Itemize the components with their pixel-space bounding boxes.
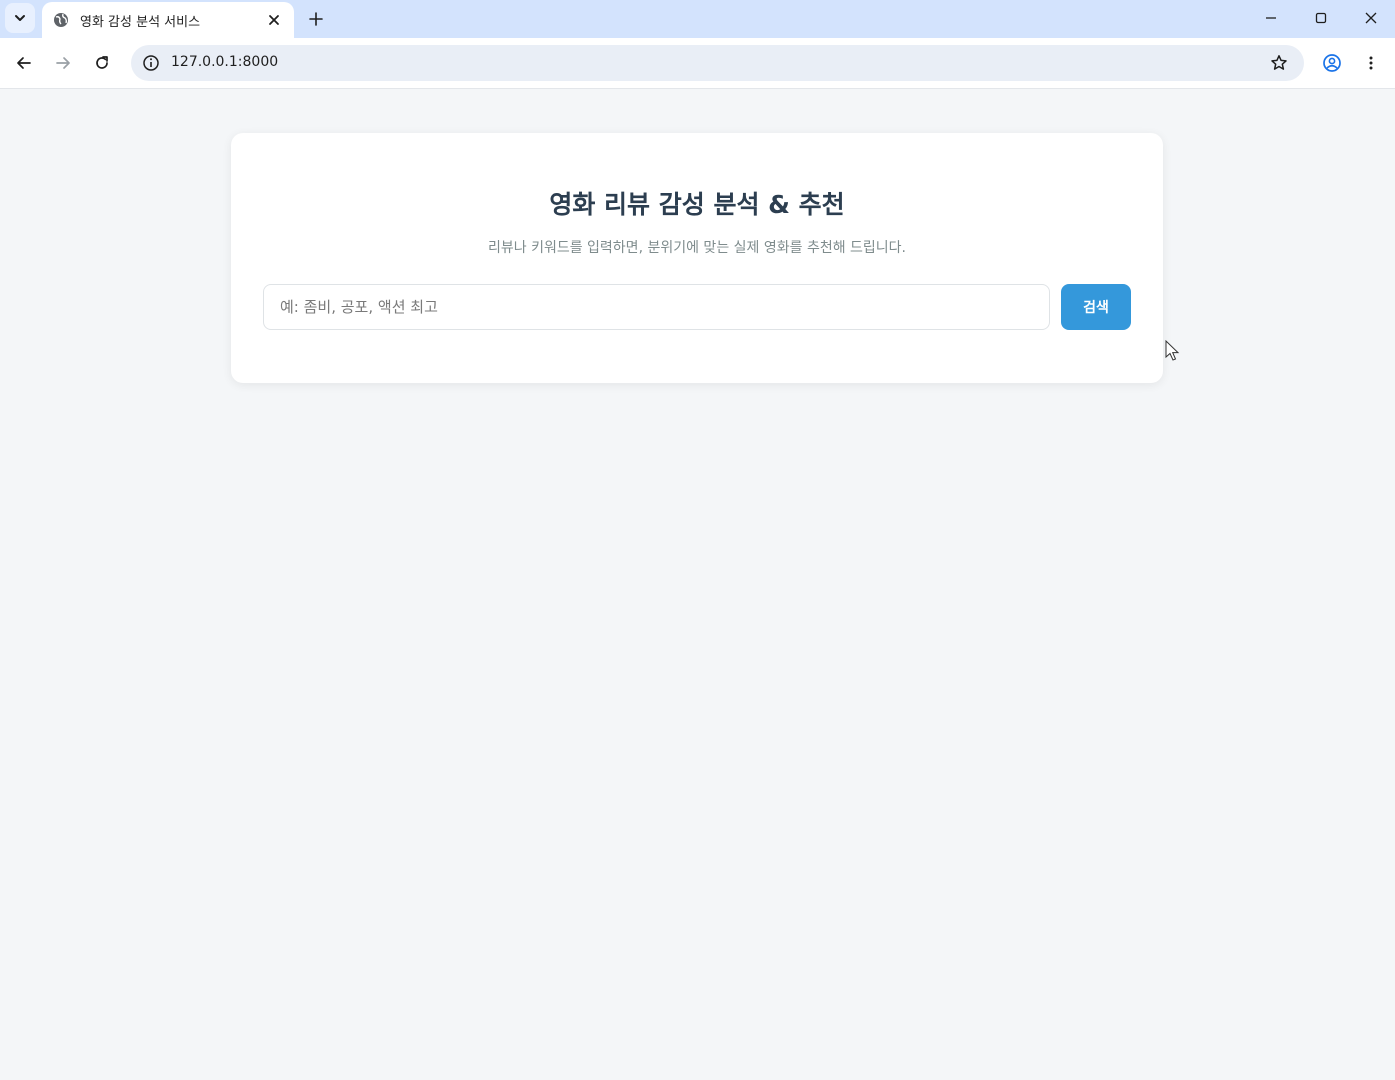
minimize-button[interactable]	[1246, 0, 1296, 36]
reload-icon	[96, 56, 108, 69]
chevron-down-icon	[15, 15, 25, 21]
back-button[interactable]	[9, 48, 39, 78]
close-tab-icon[interactable]	[264, 10, 284, 30]
more-vertical-icon	[1369, 56, 1373, 70]
reload-button[interactable]	[87, 48, 117, 78]
profile-button[interactable]	[1317, 48, 1347, 78]
address-bar[interactable]: 127.0.0.1:8000	[131, 45, 1304, 81]
arrow-right-icon	[56, 57, 70, 69]
forward-button[interactable]	[48, 48, 78, 78]
minimize-icon	[1266, 17, 1276, 19]
maximize-icon	[1315, 12, 1327, 24]
star-icon[interactable]	[1268, 52, 1290, 74]
menu-button[interactable]	[1356, 48, 1386, 78]
new-tab-button[interactable]	[302, 5, 330, 33]
globe-icon	[52, 11, 70, 29]
info-icon[interactable]	[138, 50, 164, 76]
browser-tab[interactable]: 영화 감성 분석 서비스	[42, 2, 294, 38]
tab-search-button[interactable]	[5, 3, 35, 33]
plus-icon	[309, 12, 323, 26]
arrow-left-icon	[17, 57, 31, 69]
close-window-button[interactable]	[1346, 0, 1395, 36]
browser-toolbar: 127.0.0.1:8000	[0, 38, 1395, 89]
search-input[interactable]	[263, 284, 1050, 330]
mouse-cursor-icon	[1165, 340, 1180, 361]
maximize-button[interactable]	[1296, 0, 1346, 36]
search-button[interactable]: 검색	[1061, 284, 1131, 330]
page-subtitle: 리뷰나 키워드를 입력하면, 분위기에 맞는 실제 영화를 추천해 드립니다.	[487, 240, 907, 256]
search-card: 영화 리뷰 감성 분석 & 추천 리뷰나 키워드를 입력하면, 분위기에 맞는 …	[231, 133, 1163, 383]
close-icon	[1365, 12, 1377, 24]
account-circle-icon	[1323, 54, 1341, 72]
page-title: 영화 리뷰 감성 분석 & 추천	[549, 190, 845, 219]
tab-title: 영화 감성 분석 서비스	[80, 14, 201, 30]
url-text[interactable]: 127.0.0.1:8000	[171, 54, 278, 70]
tab-strip: 영화 감성 분석 서비스	[0, 0, 1395, 38]
